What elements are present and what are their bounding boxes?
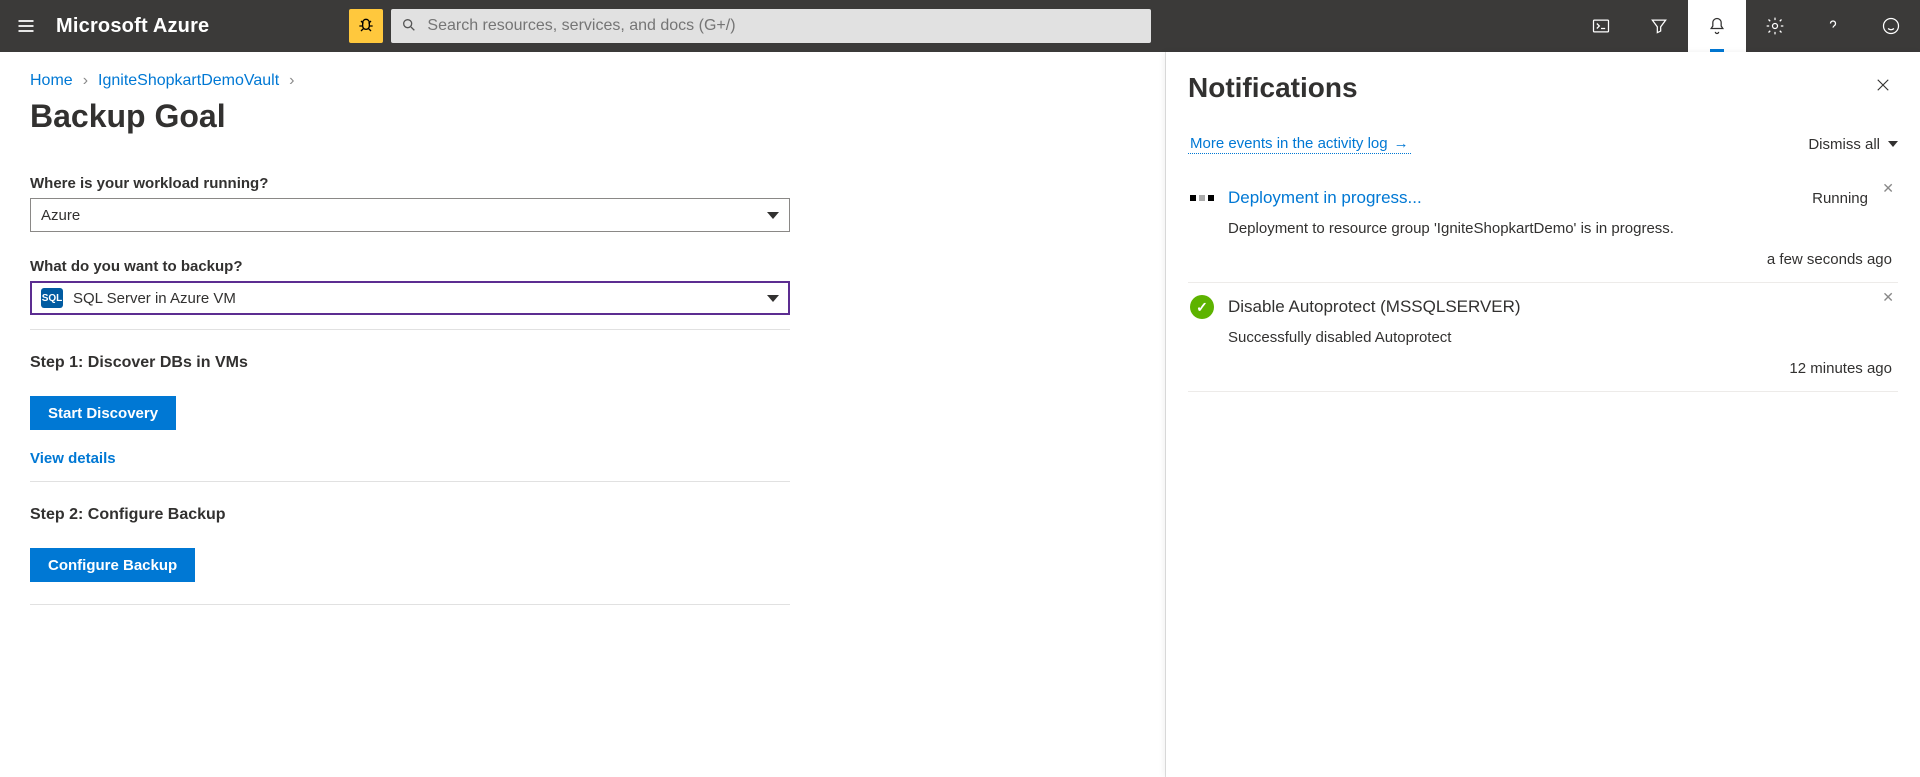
breadcrumb: Home › IgniteShopkartDemoVault › — [30, 72, 1135, 90]
notification-body: Successfully disabled Autoprotect — [1228, 329, 1896, 346]
progress-icon — [1190, 186, 1214, 210]
chevron-down-icon — [767, 212, 779, 219]
search-container — [391, 9, 1151, 43]
top-bar: Microsoft Azure — [0, 0, 1920, 52]
notifications-icon[interactable] — [1688, 0, 1746, 52]
workload-label: Where is your workload running? — [30, 175, 1135, 192]
cloud-shell-icon[interactable] — [1572, 0, 1630, 52]
chevron-down-icon — [767, 295, 779, 302]
settings-gear-icon[interactable] — [1746, 0, 1804, 52]
notification-body: Deployment to resource group 'IgniteShop… — [1228, 220, 1896, 237]
workload-select[interactable]: Azure — [30, 198, 790, 232]
chevron-down-icon — [1888, 141, 1898, 147]
notification-close-button[interactable]: ✕ — [1882, 289, 1894, 306]
close-notifications-button[interactable] — [1868, 72, 1898, 104]
notifications-panel: Notifications More events in the activit… — [1166, 52, 1920, 777]
breadcrumb-home[interactable]: Home — [30, 72, 73, 90]
divider — [30, 329, 790, 330]
step2-heading: Step 2: Configure Backup — [30, 506, 1135, 524]
notification-time: a few seconds ago — [1190, 251, 1892, 268]
help-icon[interactable] — [1804, 0, 1862, 52]
search-icon — [401, 17, 417, 36]
arrow-right-icon: → — [1394, 135, 1409, 152]
search-input[interactable] — [427, 17, 1141, 35]
topbar-icons — [1572, 0, 1920, 52]
chevron-right-icon: › — [83, 72, 88, 90]
backup-what-value: SQL Server in Azure VM — [73, 290, 236, 307]
brand-label[interactable]: Microsoft Azure — [52, 15, 227, 38]
step1-heading: Step 1: Discover DBs in VMs — [30, 354, 1135, 372]
sql-icon: SQL — [41, 288, 63, 308]
bug-icon[interactable] — [349, 9, 383, 43]
notification-item: ✕ Deployment in progress... Running Depl… — [1188, 174, 1898, 283]
page-title: Backup Goal — [30, 98, 1135, 135]
notification-item: ✕ ✓ Disable Autoprotect (MSSQLSERVER) Su… — [1188, 283, 1898, 392]
dismiss-all-label: Dismiss all — [1808, 136, 1880, 153]
notification-time: 12 minutes ago — [1190, 360, 1892, 377]
divider — [30, 481, 790, 482]
backup-what-select[interactable]: SQL SQL Server in Azure VM — [30, 281, 790, 315]
notification-close-button[interactable]: ✕ — [1882, 180, 1894, 197]
search-box[interactable] — [391, 9, 1151, 43]
breadcrumb-vault[interactable]: IgniteShopkartDemoVault — [98, 72, 279, 90]
dismiss-all-button[interactable]: Dismiss all — [1808, 136, 1898, 153]
activity-log-link[interactable]: More events in the activity log → — [1188, 134, 1411, 154]
feedback-smiley-icon[interactable] — [1862, 0, 1920, 52]
directory-filter-icon[interactable] — [1630, 0, 1688, 52]
notifications-title: Notifications — [1188, 72, 1358, 104]
main-content: Home › IgniteShopkartDemoVault › Backup … — [0, 52, 1166, 777]
success-icon: ✓ — [1190, 295, 1214, 319]
notification-title: Disable Autoprotect (MSSQLSERVER) — [1228, 297, 1521, 317]
start-discovery-button[interactable]: Start Discovery — [30, 396, 176, 430]
view-details-link[interactable]: View details — [30, 450, 116, 467]
chevron-right-icon: › — [289, 72, 294, 90]
hamburger-menu-icon[interactable] — [0, 0, 52, 52]
notification-status: Running — [1812, 190, 1868, 207]
notification-title-link[interactable]: Deployment in progress... — [1228, 188, 1422, 208]
activity-log-link-label: More events in the activity log — [1190, 135, 1388, 152]
divider — [30, 604, 790, 605]
workload-select-value: Azure — [41, 207, 80, 224]
backup-what-label: What do you want to backup? — [30, 258, 1135, 275]
configure-backup-button[interactable]: Configure Backup — [30, 548, 195, 582]
